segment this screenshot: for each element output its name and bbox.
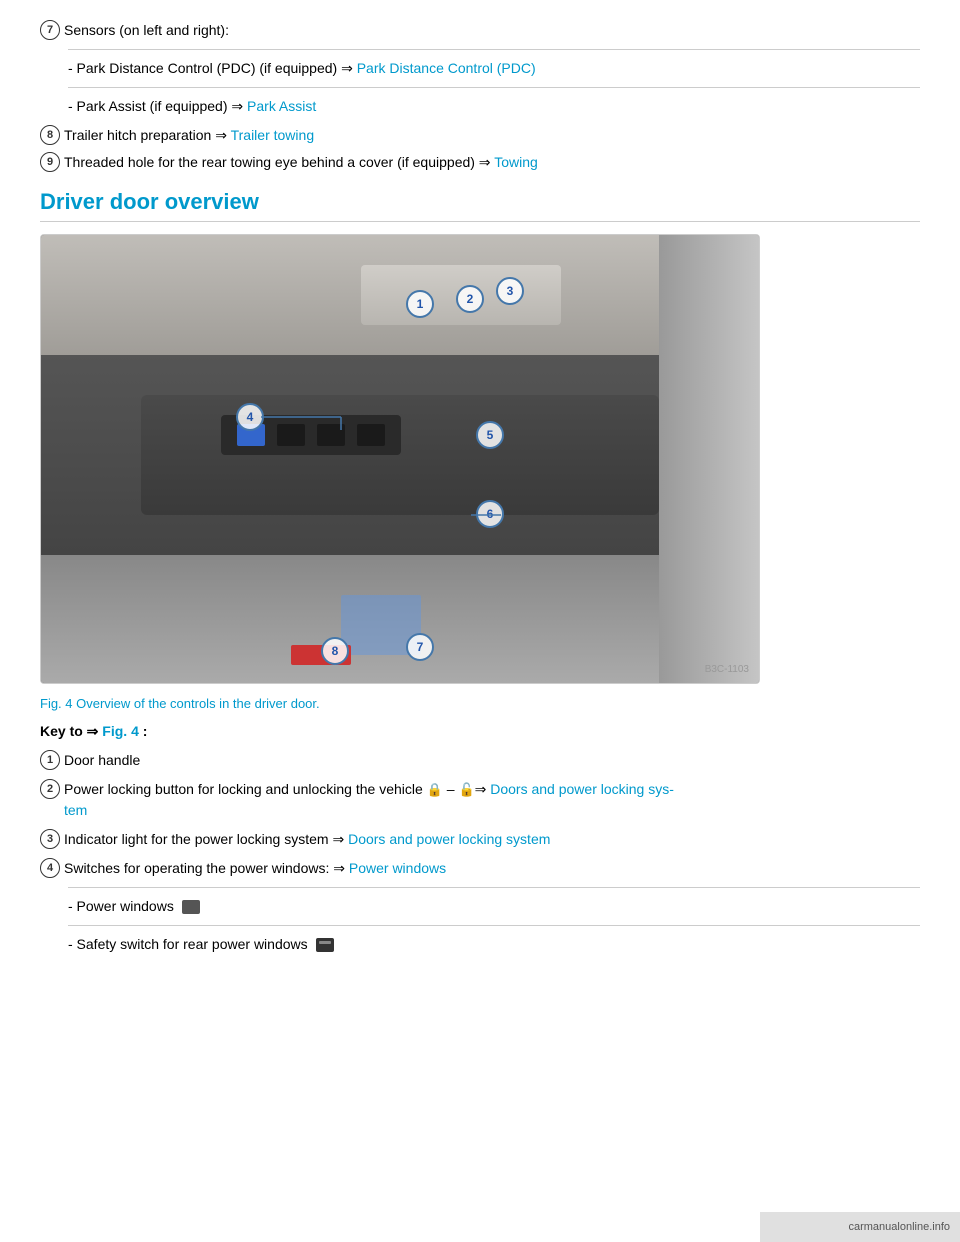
door-armrest [141, 395, 659, 515]
key-callout-2: 2 [40, 779, 60, 799]
callout-img-5: 5 [476, 421, 504, 449]
callout-img-6: 6 [476, 500, 504, 528]
callout-img-8: 8 [321, 637, 349, 665]
door-image: 1 2 3 4 5 6 7 8 B3C-1103 [40, 234, 760, 684]
key-item-2-text: Power locking button for locking and unl… [64, 779, 920, 821]
item-7-sub2-prefix: - Park Assist (if equipped) ⇒ [68, 98, 247, 114]
callout-9: 9 [40, 152, 60, 172]
item-7-sub2: - Park Assist (if equipped) ⇒ Park Assis… [68, 96, 920, 117]
callout-img-1: 1 [406, 290, 434, 318]
callout-7: 7 [40, 20, 60, 40]
callout-8: 8 [40, 125, 60, 145]
figure-container: 1 2 3 4 5 6 7 8 B3C-1103 [40, 234, 920, 684]
safety-switch-icon [316, 938, 334, 952]
switch-3 [317, 424, 345, 446]
site-name: carmanualonline.info [848, 1221, 950, 1233]
divider-2 [68, 87, 920, 88]
callout-img-7: 7 [406, 633, 434, 661]
key-callout-4: 4 [40, 858, 60, 878]
section-title: Driver door overview [40, 189, 920, 222]
park-distance-control-link[interactable]: Park Distance Control (PDC) [357, 60, 536, 76]
lock-open-icon: 🔓 [458, 782, 474, 797]
power-window-icon [182, 900, 200, 914]
page: 7 Sensors (on left and right): - Park Di… [0, 0, 960, 1242]
towing-link[interactable]: Towing [494, 154, 538, 170]
item-7-sub1: - Park Distance Control (PDC) (if equipp… [68, 58, 920, 79]
item-7-row: 7 Sensors (on left and right): [40, 20, 920, 41]
kd4-sub1: - Power windows [68, 896, 920, 917]
key-callout-3: 3 [40, 829, 60, 849]
site-watermark-bar: carmanualonline.info [760, 1212, 960, 1242]
door-pillar [659, 235, 759, 683]
divider-1 [68, 49, 920, 50]
callout-img-4: 4 [236, 403, 264, 431]
divider-4 [68, 925, 920, 926]
key-item-1-text: Door handle [64, 750, 920, 771]
fig4-link[interactable]: Fig. 4 [102, 723, 139, 739]
kd4-sub2: - Safety switch for rear power windows [68, 934, 920, 955]
watermark: B3C-1103 [705, 664, 749, 675]
lock-closed-icon: 🔒 [427, 782, 443, 797]
switch-4 [357, 424, 385, 446]
divider-3 [68, 887, 920, 888]
doors-power-locking-link[interactable]: Doors and power locking sys-tem [64, 781, 674, 818]
key-callout-1: 1 [40, 750, 60, 770]
item-7-sub1-prefix: - Park Distance Control (PDC) (if equipp… [68, 60, 357, 76]
item-9-text: Threaded hole for the rear towing eye be… [64, 152, 920, 173]
item-8-row: 8 Trailer hitch preparation ⇒ Trailer to… [40, 125, 920, 146]
power-windows-link[interactable]: Power windows [349, 860, 446, 876]
callout-img-3: 3 [496, 277, 524, 305]
item-9-row: 9 Threaded hole for the rear towing eye … [40, 152, 920, 173]
switch-2 [277, 424, 305, 446]
key-item-4-text: Switches for operating the power windows… [64, 858, 920, 879]
doors-power-locking-link-2[interactable]: Doors and power locking system [348, 831, 550, 847]
key-item-3-text: Indicator light for the power locking sy… [64, 829, 920, 850]
key-item-3: 3 Indicator light for the power locking … [40, 829, 920, 850]
callout-img-2: 2 [456, 285, 484, 313]
key-item-4: 4 Switches for operating the power windo… [40, 858, 920, 879]
key-item-2: 2 Power locking button for locking and u… [40, 779, 920, 821]
key-to-label: Key to ⇒ Fig. 4 : [40, 723, 920, 740]
trailer-towing-link[interactable]: Trailer towing [231, 127, 315, 143]
park-assist-link[interactable]: Park Assist [247, 98, 316, 114]
fig-caption: Fig. 4 Overview of the controls in the d… [40, 696, 920, 711]
item-8-text: Trailer hitch preparation ⇒ Trailer towi… [64, 125, 920, 146]
key-item-1: 1 Door handle [40, 750, 920, 771]
item-7-text: Sensors (on left and right): [64, 20, 920, 41]
